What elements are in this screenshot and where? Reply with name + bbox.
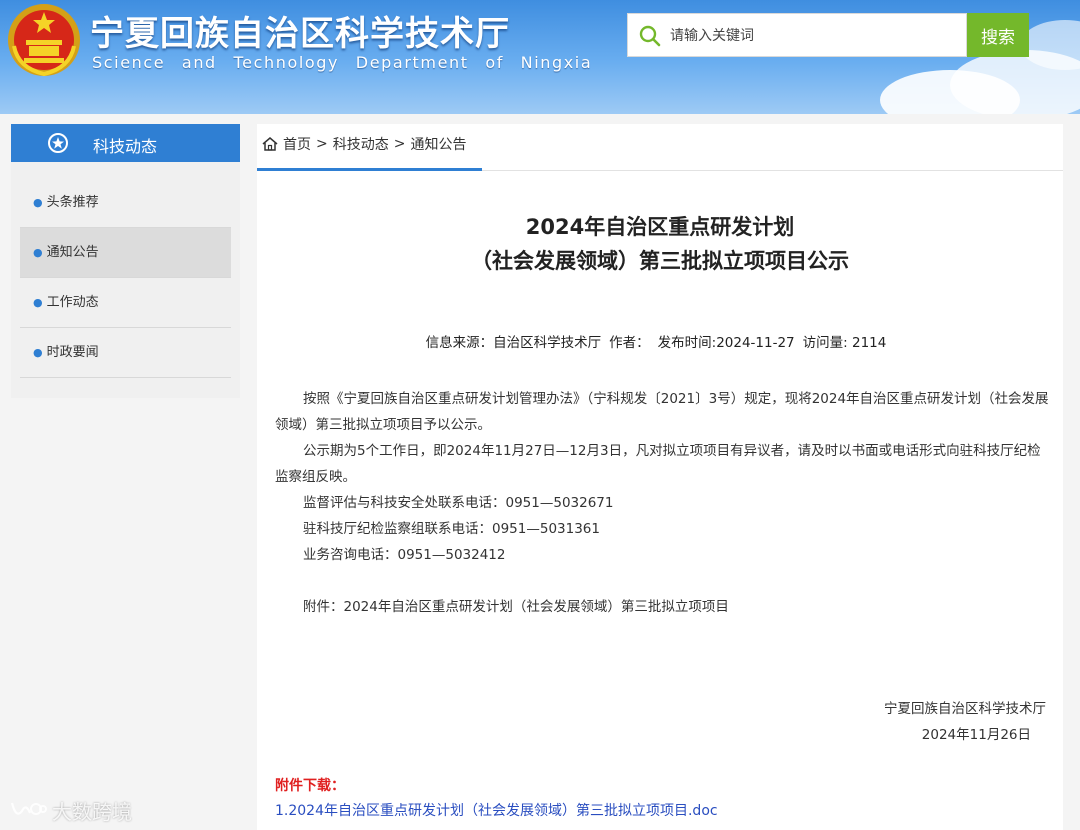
sidebar-item-label: 工作动态	[46, 295, 99, 310]
sidebar-item-politics[interactable]: ● 时政要闻	[20, 328, 231, 378]
breadcrumb-separator: >	[393, 136, 406, 152]
breadcrumb-level1[interactable]: 科技动态	[333, 134, 389, 154]
meta-published: 发布时间:2024-11-27	[657, 335, 795, 351]
signature-date: 2024年11月26日	[921, 727, 1031, 743]
site-title[interactable]: 宁夏回族自治区科学技术厅	[90, 6, 510, 55]
watermark-logo-icon	[10, 802, 47, 815]
sidebar-heading: 科技动态	[11, 124, 240, 162]
main-content: 首页 > 科技动态 > 通知公告 2024年自治区重点研发计划 （社会发展领域）…	[257, 124, 1063, 830]
article-title-line2: （社会发展领域）第三批拟立项项目公示	[471, 249, 849, 273]
search-icon	[639, 25, 661, 47]
breadcrumb-separator: >	[316, 136, 328, 152]
site-header: 宁夏回族自治区科学技术厅 Science and Technology Depa…	[0, 0, 1080, 114]
article-meta: 信息来源：自治区科学技术厅 作者： 发布时间:2024-11-27 访问量: 2114	[257, 331, 1063, 351]
bullet-icon: ●	[33, 196, 43, 209]
watermark-text: 大数跨境	[52, 800, 132, 824]
sidebar-item-headlines[interactable]: ● 头条推荐	[20, 178, 231, 228]
sidebar: 科技动态 ● 头条推荐 ● 通知公告 ● 工作动态 ● 时政要闻	[11, 124, 240, 398]
meta-views: 访问量: 2114	[802, 335, 887, 351]
watermark: 大数跨境	[8, 796, 132, 825]
body-paragraph: 监督评估与科技安全处联系电话：0951—5032671	[303, 495, 614, 511]
body-paragraph: 业务咨询电话：0951—5032412	[303, 547, 506, 563]
body-paragraph: 附件：2024年自治区重点研发计划（社会发展领域）第三批拟立项项目	[303, 599, 729, 615]
breadcrumb-underline	[257, 168, 482, 171]
bullet-icon: ●	[33, 346, 43, 359]
breadcrumb-home[interactable]: 首页	[283, 134, 311, 154]
signature-org: 宁夏回族自治区科学技术厅	[884, 701, 1046, 717]
body-paragraph: 按照《宁夏回族自治区重点研发计划管理办法》（宁科规发〔2021〕3号）规定，现将…	[275, 391, 1049, 433]
bullet-icon: ●	[33, 246, 43, 259]
article-signature: 宁夏回族自治区科学技术厅 2024年11月26日	[884, 696, 1046, 748]
search-input[interactable]	[668, 14, 962, 58]
national-emblem-icon[interactable]	[6, 2, 82, 78]
sidebar-item-work-news[interactable]: ● 工作动态	[20, 278, 231, 328]
attachment-label: 附件下载：	[275, 778, 345, 794]
body-paragraph	[275, 568, 1049, 594]
breadcrumb: 首页 > 科技动态 > 通知公告	[257, 124, 1063, 171]
meta-source: 信息来源：自治区科学技术厅	[425, 335, 602, 351]
sidebar-heading-label: 科技动态	[93, 137, 158, 156]
sidebar-item-label: 头条推荐	[46, 195, 99, 210]
sidebar-item-notices[interactable]: ● 通知公告	[20, 228, 231, 278]
attachment-link[interactable]: 1.2024年自治区重点研发计划（社会发展领域）第三批拟立项项目.doc	[275, 800, 718, 820]
body-paragraph: 公示期为5个工作日，即2024年11月27日—12月3日，凡对拟立项项目有异议者…	[275, 443, 1041, 485]
sidebar-item-label: 时政要闻	[46, 345, 99, 360]
bullet-icon: ●	[33, 296, 43, 309]
article-body: 按照《宁夏回族自治区重点研发计划管理办法》（宁科规发〔2021〕3号）规定，现将…	[275, 386, 1049, 620]
star-circle-icon	[48, 133, 68, 153]
breadcrumb-level2[interactable]: 通知公告	[410, 134, 466, 154]
sidebar-list: ● 头条推荐 ● 通知公告 ● 工作动态 ● 时政要闻	[20, 178, 231, 378]
site-subtitle: Science and Technology Department of Nin…	[92, 53, 593, 72]
article-title-line1: 2024年自治区重点研发计划	[525, 215, 795, 239]
article-title: 2024年自治区重点研发计划 （社会发展领域）第三批拟立项项目公示	[257, 210, 1063, 278]
search-box	[627, 13, 967, 58]
meta-author: 作者：	[609, 335, 650, 351]
sidebar-item-label: 通知公告	[46, 245, 99, 260]
home-icon[interactable]	[261, 135, 279, 153]
body-paragraph: 驻科技厅纪检监察组联系电话：0951—5031361	[303, 521, 600, 537]
search-button[interactable]: 搜索	[967, 13, 1029, 57]
